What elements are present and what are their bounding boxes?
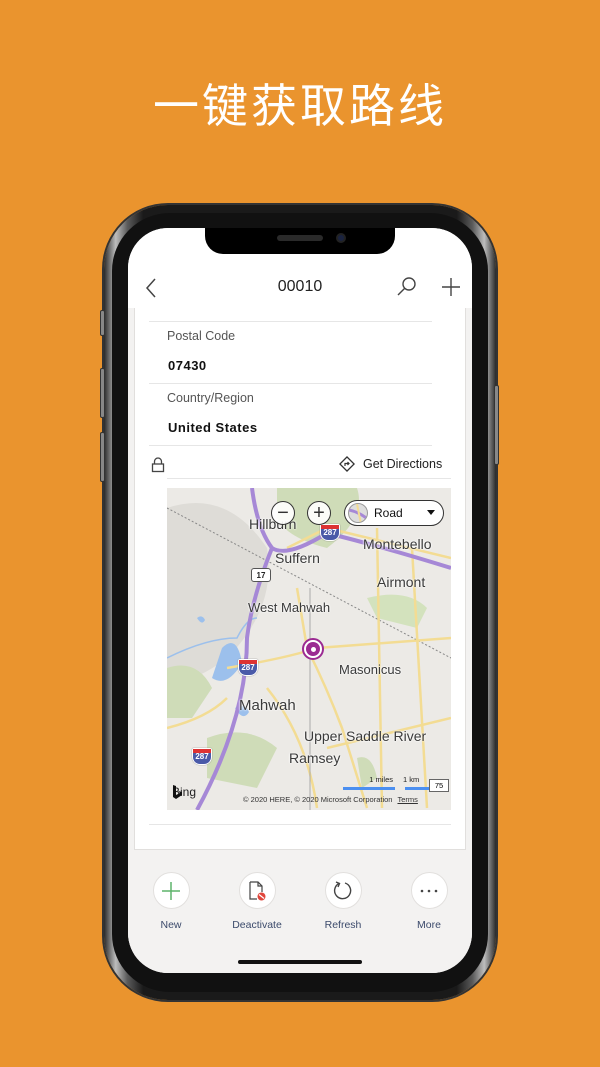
- power-button: [494, 385, 499, 465]
- new-icon-circle: [152, 872, 190, 909]
- phone-speaker: [277, 235, 323, 241]
- map-label-west-mahwah: West Mahwah: [248, 600, 331, 615]
- add-button[interactable]: [440, 276, 462, 298]
- refresh-label: Refresh: [324, 919, 362, 931]
- directions-icon: [339, 456, 355, 472]
- more-label: More: [417, 919, 441, 931]
- postal-code-value[interactable]: 07430: [168, 358, 207, 373]
- country-region-label: Country/Region: [167, 391, 254, 405]
- scale-km-label: 1 km: [403, 775, 420, 784]
- caret-down-icon: [427, 510, 435, 515]
- map-label-airmont: Airmont: [377, 574, 426, 590]
- copyright-text: © 2020 HERE, © 2020 Microsoft Corporatio…: [243, 795, 393, 804]
- scale-bar-miles: [343, 787, 395, 790]
- map-copyright: © 2020 HERE, © 2020 Microsoft Corporatio…: [243, 795, 418, 804]
- terms-link[interactable]: Terms: [397, 795, 417, 804]
- record-card: Postal Code 07430 Country/Region United …: [134, 308, 466, 850]
- more-icon-circle: [410, 872, 448, 909]
- lock-icon: [151, 457, 165, 473]
- more-icon: [420, 889, 438, 892]
- divider: [149, 824, 451, 825]
- new-label: New: [160, 919, 182, 931]
- postal-code-label: Postal Code: [167, 329, 236, 343]
- map-label-montebello: Montebello: [363, 536, 432, 552]
- park-area: [167, 665, 212, 718]
- zoom-out-button[interactable]: −: [271, 501, 295, 525]
- front-camera: [336, 233, 346, 243]
- country-region-value[interactable]: United States: [168, 420, 258, 435]
- divider: [149, 445, 432, 446]
- road-style-icon: [348, 503, 368, 523]
- map-label-ramsey: Ramsey: [289, 750, 341, 766]
- volume-up-button: [100, 368, 105, 418]
- map-label-upper-saddle-river: Upper Saddle River: [304, 728, 427, 744]
- interstate-shield: 287: [320, 524, 340, 541]
- interstate-shield: 287: [238, 659, 258, 676]
- bing-logo: Bing: [172, 785, 196, 799]
- home-indicator[interactable]: [238, 960, 362, 964]
- search-icon: [397, 277, 416, 296]
- divider: [149, 321, 432, 322]
- mute-switch: [100, 310, 105, 336]
- command-bar: New Deactivate Refresh More: [128, 862, 472, 973]
- divider: [149, 383, 432, 384]
- scale-bar-km: [405, 787, 431, 790]
- refresh-button[interactable]: Refresh: [303, 872, 383, 931]
- deactivate-icon-circle: [238, 872, 276, 909]
- more-button[interactable]: More: [389, 872, 469, 931]
- bing-icon: [173, 785, 182, 799]
- map-style-label: Road: [374, 506, 403, 520]
- route-75-sign: 75: [429, 779, 449, 792]
- deactivate-document-icon: [249, 880, 266, 900]
- divider: [167, 478, 451, 479]
- location-pin-icon[interactable]: [302, 638, 324, 660]
- plus-icon: [162, 881, 180, 900]
- page-title: 00010: [277, 278, 323, 295]
- refresh-icon: [333, 880, 352, 899]
- scale-miles-label: 1 miles: [369, 775, 393, 784]
- new-button[interactable]: New: [131, 872, 211, 931]
- deactivate-label: Deactivate: [232, 919, 282, 931]
- park-area: [207, 732, 277, 788]
- promo-headline: 一键获取路线: [153, 79, 447, 133]
- deactivate-button[interactable]: Deactivate: [217, 872, 297, 931]
- map-label-masonicus: Masonicus: [339, 662, 402, 677]
- volume-down-button: [100, 432, 105, 482]
- plus-icon: [442, 278, 460, 296]
- map-style-dropdown[interactable]: Road: [344, 500, 444, 526]
- map-view[interactable]: Hillburn Suffern Montebello Airmont West…: [167, 488, 451, 810]
- refresh-icon-circle: [324, 872, 362, 909]
- zoom-in-button[interactable]: +: [307, 501, 331, 525]
- get-directions-label: Get Directions: [363, 457, 443, 471]
- route-sign: 17: [251, 568, 271, 582]
- map-label-suffern: Suffern: [275, 550, 320, 566]
- phone-notch: [205, 228, 395, 254]
- search-button[interactable]: [396, 276, 418, 298]
- map-label-mahwah: Mahwah: [239, 697, 296, 714]
- park-area: [367, 594, 427, 628]
- phone-screen: 00010 Postal Code 07430 Country/Region U…: [128, 228, 472, 973]
- interstate-shield: 287: [192, 748, 212, 765]
- get-directions-button[interactable]: Get Directions: [339, 455, 442, 473]
